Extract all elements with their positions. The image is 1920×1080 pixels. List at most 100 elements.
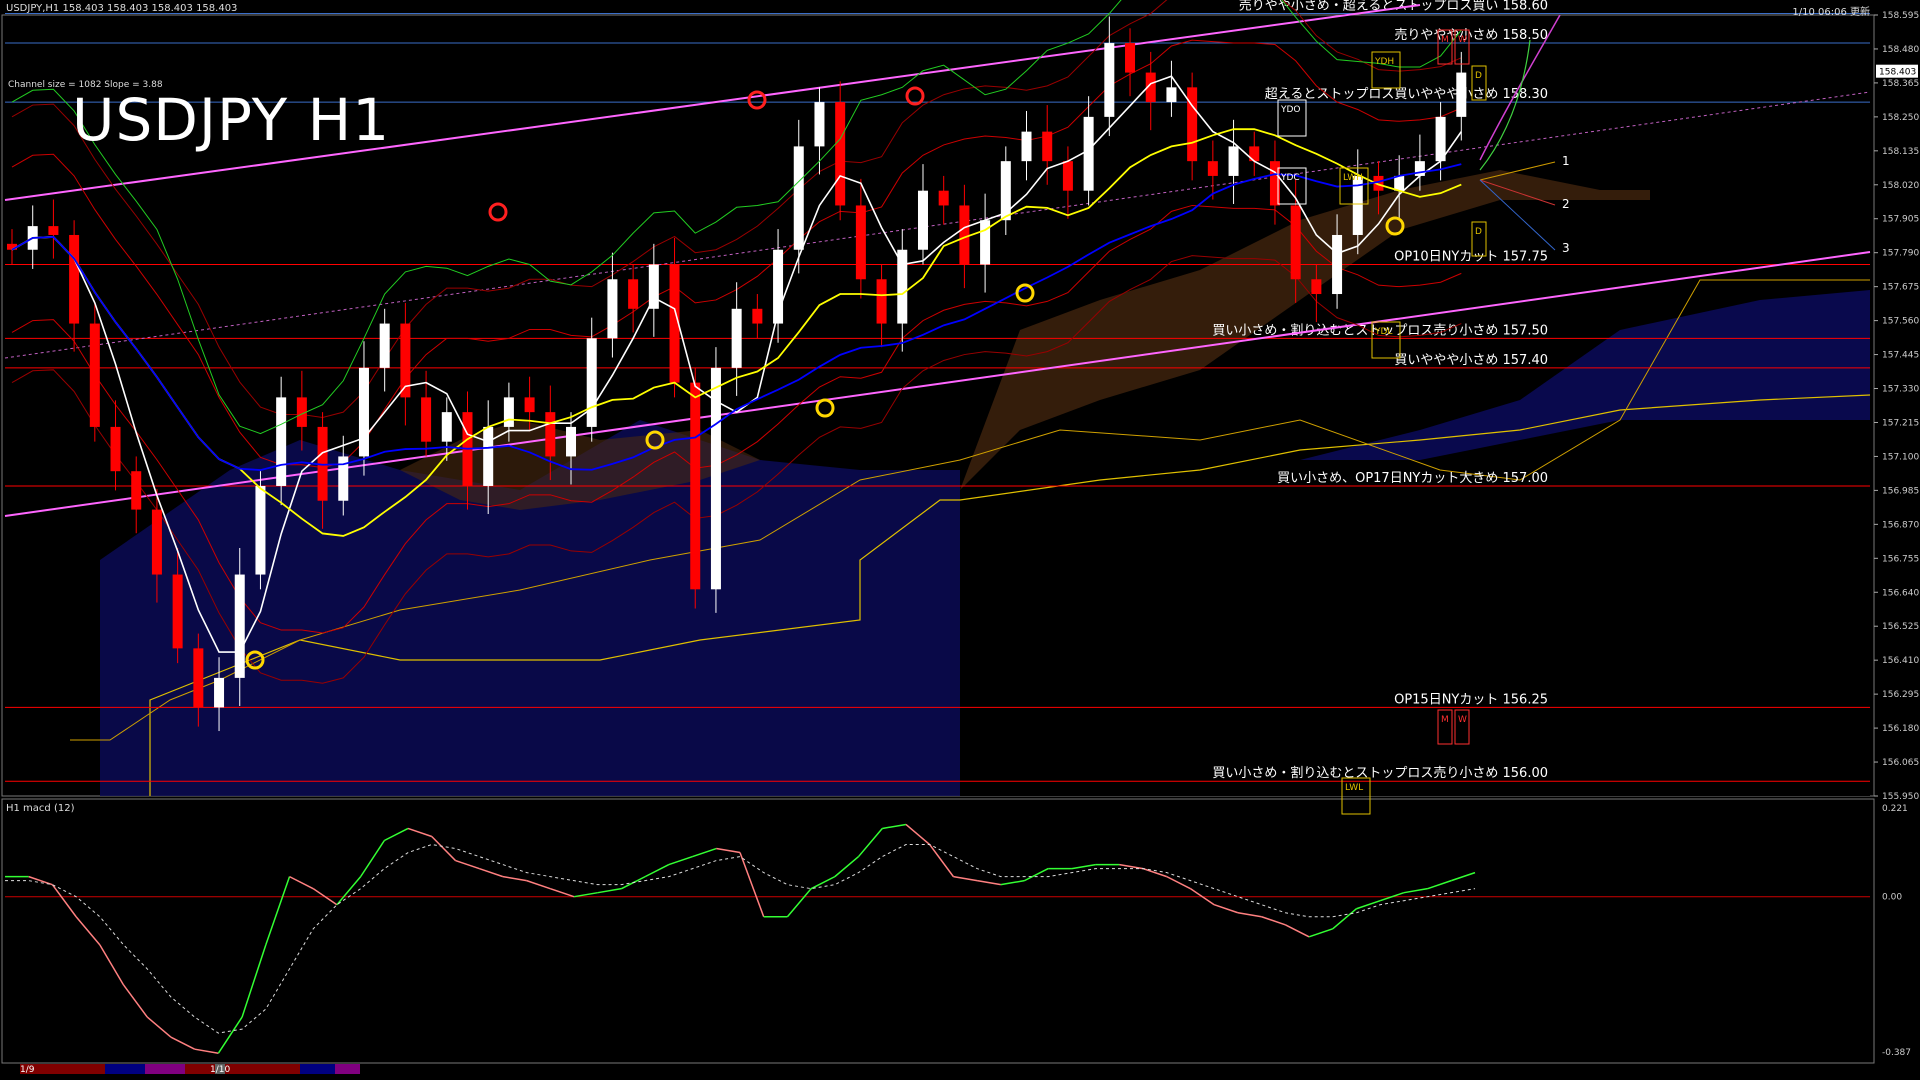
price-axis: 158.595 158.480 158.365 158.250 158.135 158.0…: [1873, 11, 1919, 802]
marker-label: LWL: [1345, 783, 1363, 793]
macd-segment: [241, 944, 267, 1018]
time-axis: 1/9 1/10: [20, 1064, 360, 1075]
macd-segment: [857, 827, 883, 858]
price-tick-label: 157.215: [1882, 418, 1919, 428]
marker-label: D: [1475, 71, 1482, 81]
candle-body: [1125, 43, 1136, 73]
time-label: 1/9: [20, 1065, 35, 1075]
candle-body: [276, 397, 287, 486]
macd-segment: [217, 1016, 243, 1054]
macd-segment: [1000, 879, 1025, 886]
marker-label: LWH: [1343, 173, 1363, 183]
session-bar: [145, 1064, 185, 1074]
projection-label: 2: [1562, 197, 1570, 211]
candle-body: [1311, 279, 1322, 295]
price-tick-label: 157.905: [1882, 215, 1919, 225]
price-tick-label: 156.410: [1882, 656, 1919, 666]
session-bar: [335, 1064, 360, 1074]
session-bar: [105, 1064, 145, 1074]
signal-marker: [488, 202, 508, 222]
session-bar: [225, 1064, 300, 1074]
level-label: OP15日NYカット 156.25: [1394, 692, 1548, 707]
macd-tick-label: -0.387: [1882, 1048, 1911, 1058]
symbol-info: USDJPY,H1 158.403 158.403 158.403 158.40…: [6, 3, 238, 14]
macd-segment: [573, 891, 598, 898]
projection-label: 3: [1562, 241, 1570, 255]
candle-body: [607, 279, 618, 339]
level-label: 買い小さめ、OP17日NYカット大きめ 157.00: [1277, 471, 1548, 486]
price-tick-label: 157.445: [1882, 351, 1919, 361]
candle-body: [69, 234, 80, 324]
macd-segment: [384, 827, 409, 842]
price-tick-label: 156.755: [1882, 554, 1919, 564]
candle-body: [1187, 87, 1198, 162]
candle-body: [151, 509, 162, 575]
macd-segment: [1166, 875, 1191, 890]
price-tick-label: 156.640: [1882, 588, 1919, 598]
marker-label: W: [1458, 35, 1467, 45]
signal-marker: [815, 398, 835, 418]
macd-segment: [289, 875, 314, 890]
candle-body: [358, 367, 369, 457]
candle-body: [89, 323, 100, 427]
candle-body: [731, 308, 742, 368]
level-label: 買い小さめ・割り込むとストップロス売り小さめ 156.00: [1212, 765, 1548, 781]
macd-segment: [929, 844, 954, 878]
signal-marker: [905, 86, 925, 106]
price-tick-label: 157.100: [1882, 452, 1919, 462]
macd-indicator: 0.221 0.00 -0.387: [5, 804, 1911, 1058]
macd-segment: [431, 835, 457, 862]
candle-body: [1021, 131, 1032, 162]
session-bar: [300, 1064, 335, 1074]
macd-segment: [1308, 928, 1333, 938]
macd-segment: [1024, 867, 1049, 882]
macd-segment: [644, 863, 670, 878]
level-label: OP10日NYカット 157.75: [1394, 250, 1548, 265]
price-tick-label: 156.295: [1882, 690, 1919, 700]
candle-body: [835, 102, 846, 206]
macd-segment: [407, 827, 433, 838]
marker-label: YDL: [1374, 327, 1392, 337]
price-tick-label: 158.365: [1882, 79, 1919, 89]
candle-body: [1435, 116, 1446, 162]
macd-segment: [194, 1048, 219, 1054]
price-tick-label: 157.675: [1882, 283, 1919, 293]
macd-segment: [526, 879, 551, 890]
candle-body: [752, 308, 763, 324]
macd-segment: [360, 840, 385, 878]
macd-segment: [502, 875, 527, 882]
candle-body: [897, 249, 908, 324]
update-time: 1/10 06:06 更新: [1792, 7, 1870, 18]
macd-segment: [1403, 887, 1428, 894]
macd-segment: [953, 875, 978, 882]
macd-segment: [1261, 916, 1286, 926]
macd-label: H1 macd (12): [6, 803, 75, 814]
macd-segment: [550, 887, 575, 898]
macd-tick-label: 0.00: [1882, 893, 1902, 903]
candle-body: [648, 264, 659, 309]
candle-body: [586, 338, 597, 427]
macd-segment: [1451, 871, 1476, 882]
candle-body: [1104, 43, 1115, 117]
projection-curve-2: [1479, 39, 1531, 171]
candle-body: [193, 648, 204, 708]
macd-segment: [336, 876, 362, 906]
price-tick-label: 156.870: [1882, 520, 1919, 530]
candle-body: [1083, 116, 1094, 191]
macd-segment: [1142, 867, 1168, 878]
macd-signal-line: [5, 844, 1476, 1034]
candle-body: [793, 146, 804, 250]
candle-body: [441, 412, 452, 442]
macd-segment: [834, 855, 860, 878]
price-tick-label: 158.595: [1882, 11, 1919, 21]
macd-segment: [1284, 924, 1310, 938]
candle-body: [1062, 161, 1073, 191]
candle-body: [379, 323, 390, 368]
candle-body: [524, 397, 535, 413]
macd-segment: [51, 884, 77, 918]
candle-body: [628, 279, 639, 309]
macd-segment: [1213, 904, 1239, 914]
candle-body: [131, 471, 142, 510]
macd-segment: [739, 852, 765, 918]
candle-body: [503, 397, 514, 427]
